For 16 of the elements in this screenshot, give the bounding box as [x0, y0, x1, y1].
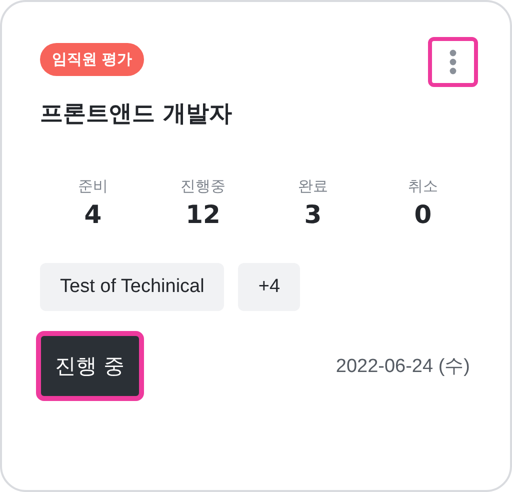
more-icon	[448, 49, 458, 75]
stat-value: 3	[304, 200, 322, 229]
category-badge: 임직원 평가	[40, 42, 144, 76]
stat-label: 완료	[298, 177, 328, 196]
card-title: 프론트앤드 개발자	[40, 100, 234, 129]
stat-value: 12	[186, 200, 220, 229]
tag-chip: +4	[238, 263, 300, 311]
stat-label: 진행중	[180, 177, 226, 196]
status-button[interactable]: 진행 중	[36, 331, 144, 401]
stat-value: 4	[84, 200, 102, 229]
stat-value: 0	[414, 200, 432, 229]
stat-label: 준비	[78, 177, 108, 196]
date-text: 2022-06-24 (수)	[336, 355, 470, 379]
tag-chip: Test of Techinical	[40, 263, 224, 311]
stat-label: 취소	[408, 177, 438, 196]
more-menu-button[interactable]	[428, 37, 478, 87]
